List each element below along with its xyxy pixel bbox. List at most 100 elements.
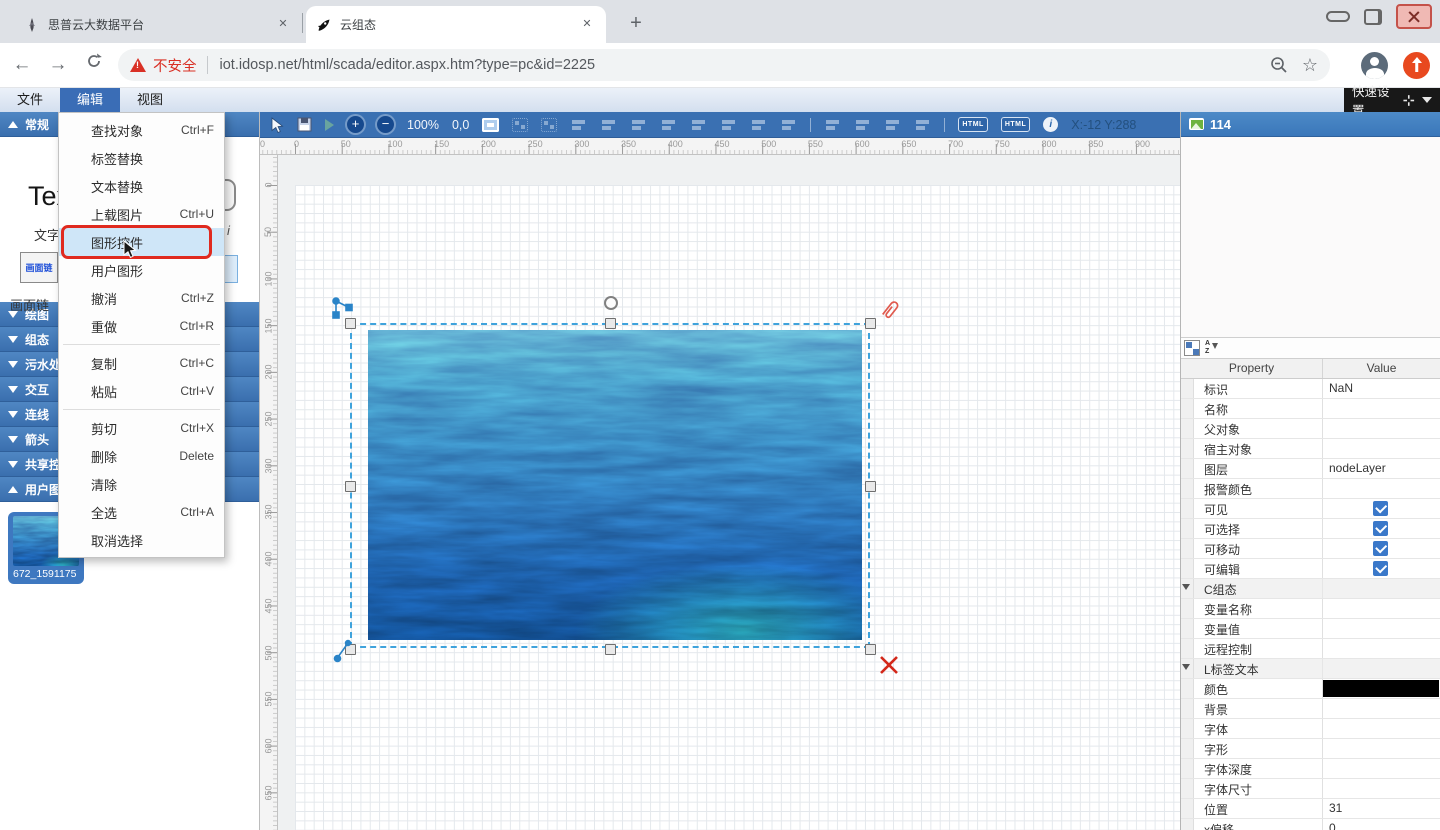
url-field[interactable]: 不安全 iot.idosp.net/html/scada/editor.aspx…: [118, 49, 1330, 81]
run-icon[interactable]: [325, 119, 334, 131]
html-preview-icon[interactable]: HTML: [1001, 117, 1030, 132]
property-row[interactable]: L标签文本: [1181, 659, 1440, 679]
html-export-icon[interactable]: HTML: [958, 117, 987, 132]
property-value-cell[interactable]: [1323, 639, 1440, 658]
edit-menu-item[interactable]: 重做 Ctrl+R: [59, 312, 224, 340]
edit-menu-item[interactable]: 图形控件: [59, 228, 224, 256]
edit-menu-item[interactable]: 取消选择: [59, 526, 224, 554]
property-value-cell[interactable]: [1323, 519, 1440, 538]
chevron-down-icon[interactable]: [1422, 97, 1432, 103]
property-row[interactable]: C组态: [1181, 579, 1440, 599]
profile-avatar[interactable]: [1361, 52, 1388, 79]
dock-layout-icon[interactable]: [1403, 94, 1415, 107]
delete-x-icon[interactable]: [879, 655, 899, 675]
menubar-item[interactable]: 编辑: [60, 88, 120, 112]
reload-button[interactable]: [80, 51, 108, 79]
info-icon[interactable]: i: [1043, 117, 1058, 132]
alphabetical-sort-icon[interactable]: AZ: [1204, 340, 1220, 356]
not-secure-label[interactable]: 不安全: [153, 55, 197, 76]
menubar-item[interactable]: 视图: [120, 88, 180, 112]
property-value-cell[interactable]: [1323, 579, 1440, 598]
new-tab-button[interactable]: [622, 10, 650, 38]
property-value-cell[interactable]: [1323, 399, 1440, 418]
group-collapse-arrow[interactable]: [1182, 584, 1190, 590]
select-cursor-icon[interactable]: [270, 117, 284, 133]
url-text[interactable]: iot.idosp.net/html/scada/editor.aspx.htm…: [220, 57, 1262, 73]
property-value-cell[interactable]: [1323, 699, 1440, 718]
back-button[interactable]: [8, 51, 36, 79]
edit-menu-item[interactable]: 文本替换: [59, 172, 224, 200]
connector-anchor-icon[interactable]: [331, 296, 357, 324]
send-back-icon[interactable]: [914, 118, 931, 132]
align-top-icon[interactable]: [660, 118, 677, 132]
edit-menu-item[interactable]: 上载图片 Ctrl+U: [59, 200, 224, 228]
align-middle-icon[interactable]: [690, 118, 707, 132]
ocean-image-object[interactable]: [368, 330, 862, 640]
ungroup-icon[interactable]: [541, 118, 557, 132]
checkbox-checked-icon[interactable]: [1373, 541, 1388, 556]
align-right-icon[interactable]: [630, 118, 647, 132]
resize-handle-top-right[interactable]: [865, 318, 876, 329]
property-value-cell[interactable]: nodeLayer: [1323, 459, 1440, 478]
property-value-cell[interactable]: [1323, 419, 1440, 438]
page-zoom-icon[interactable]: [1270, 56, 1288, 74]
selection-bounds[interactable]: [350, 323, 870, 648]
resize-handle-top[interactable]: [605, 318, 616, 329]
property-row[interactable]: 父对象: [1181, 419, 1440, 439]
align-bottom-icon[interactable]: [720, 118, 737, 132]
property-value-cell[interactable]: [1323, 599, 1440, 618]
property-row[interactable]: 变量值: [1181, 619, 1440, 639]
menubar-item[interactable]: 文件: [0, 88, 60, 112]
property-value-cell[interactable]: [1323, 759, 1440, 778]
property-row[interactable]: 字形: [1181, 739, 1440, 759]
color-swatch[interactable]: [1323, 680, 1439, 697]
property-row[interactable]: 可见: [1181, 499, 1440, 519]
resize-handle-right[interactable]: [865, 481, 876, 492]
security-warning-icon[interactable]: [130, 58, 146, 72]
property-value-cell[interactable]: 0: [1323, 819, 1440, 830]
checkbox-checked-icon[interactable]: [1373, 521, 1388, 536]
property-value-cell[interactable]: [1323, 779, 1440, 798]
resize-handle-bottom[interactable]: [605, 644, 616, 655]
group-collapse-arrow[interactable]: [1182, 664, 1190, 670]
categorized-view-icon[interactable]: [1184, 340, 1200, 356]
distribute-v-icon[interactable]: [854, 118, 871, 132]
same-height-icon[interactable]: [780, 118, 797, 132]
edit-menu-item[interactable]: 复制 Ctrl+C: [59, 349, 224, 377]
property-row[interactable]: 报警颜色: [1181, 479, 1440, 499]
property-row[interactable]: 可选择: [1181, 519, 1440, 539]
zoom-in-icon[interactable]: [347, 116, 364, 133]
property-value-cell[interactable]: [1323, 739, 1440, 758]
rotate-handle[interactable]: [604, 296, 618, 310]
align-center-icon[interactable]: [600, 118, 617, 132]
same-width-icon[interactable]: [750, 118, 767, 132]
panel-icon[interactable]: [482, 118, 499, 132]
property-row[interactable]: x偏移 0: [1181, 819, 1440, 830]
distribute-h-icon[interactable]: [824, 118, 841, 132]
connection-point-icon[interactable]: [333, 639, 353, 665]
property-value-cell[interactable]: [1323, 479, 1440, 498]
page-header[interactable]: 114: [1181, 112, 1440, 137]
property-row[interactable]: 远程控制: [1181, 639, 1440, 659]
edit-menu-item[interactable]: 用户图形: [59, 256, 224, 284]
tab-scada-editor[interactable]: 云组态: [306, 6, 606, 43]
property-value-cell[interactable]: [1323, 439, 1440, 458]
property-value-cell[interactable]: [1323, 559, 1440, 578]
property-row[interactable]: 位置 31: [1181, 799, 1440, 819]
restore-button[interactable]: [1364, 9, 1382, 25]
forward-button[interactable]: [44, 51, 72, 79]
resize-handle-left[interactable]: [345, 481, 356, 492]
design-canvas[interactable]: [278, 155, 1180, 830]
property-value-cell[interactable]: [1323, 539, 1440, 558]
bring-front-icon[interactable]: [884, 118, 901, 132]
property-value-cell[interactable]: [1323, 499, 1440, 518]
property-row[interactable]: 字体: [1181, 719, 1440, 739]
save-icon[interactable]: [297, 117, 312, 132]
property-row[interactable]: 宿主对象: [1181, 439, 1440, 459]
edit-menu-item[interactable]: 查找对象 Ctrl+F: [59, 116, 224, 144]
resize-handle-bottom-right[interactable]: [865, 644, 876, 655]
property-row[interactable]: 字体尺寸: [1181, 779, 1440, 799]
property-value-cell[interactable]: [1323, 719, 1440, 738]
close-button[interactable]: [1396, 4, 1432, 29]
property-row[interactable]: 变量名称: [1181, 599, 1440, 619]
